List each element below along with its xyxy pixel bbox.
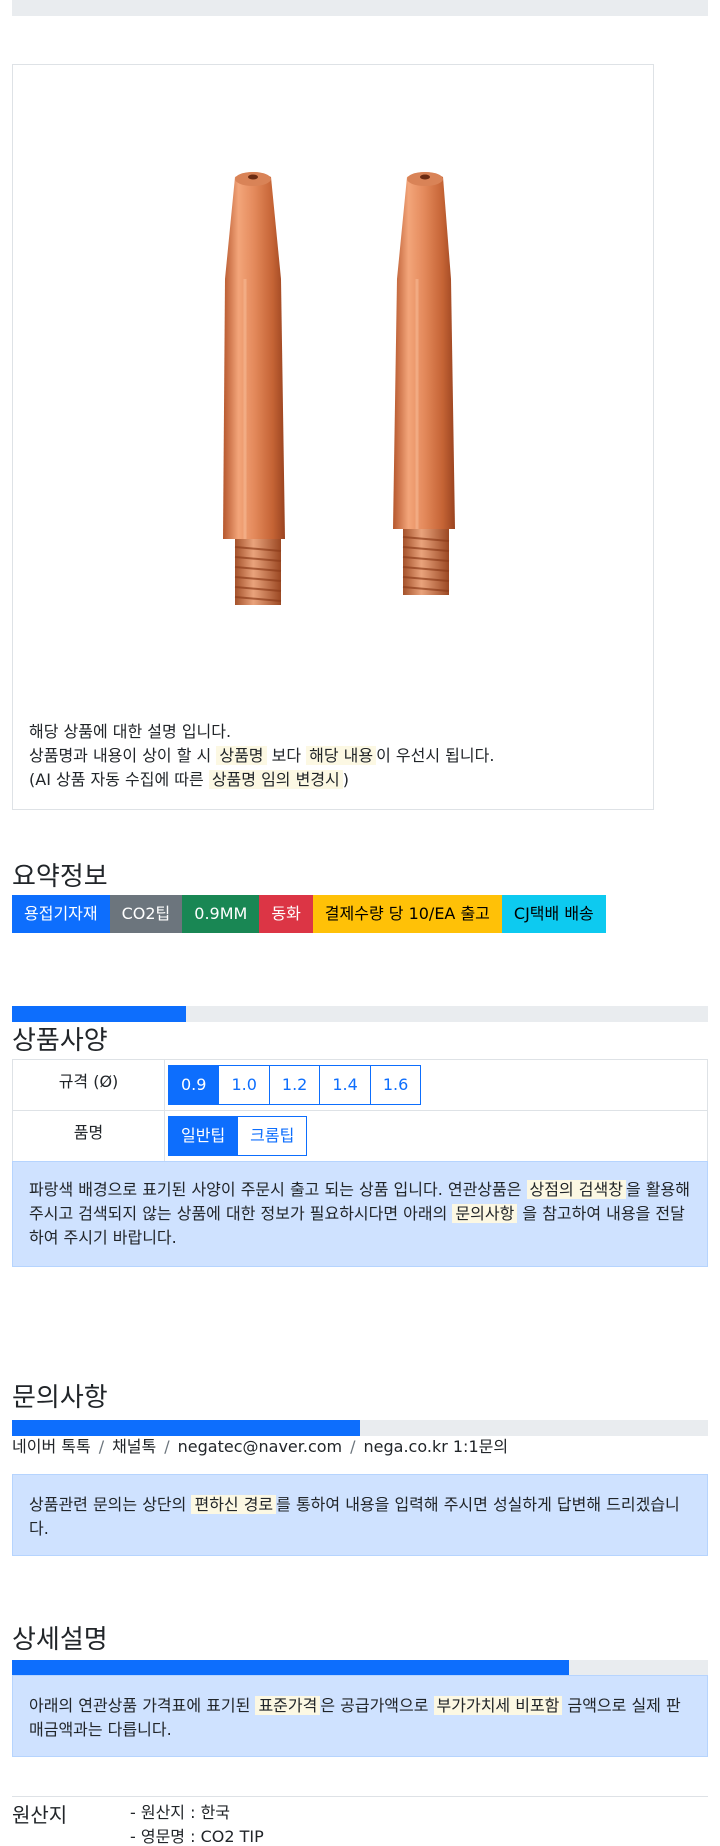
- spec-options-size: 0.9 1.0 1.2 1.4 1.6: [165, 1060, 422, 1110]
- badge-type: CO2팁: [109, 895, 183, 933]
- tip-left: [223, 172, 285, 605]
- badge-shipping: CJ택배 배송: [501, 895, 606, 933]
- description-line-3: (AI 상품 자동 수집에 따른 상품명 임의 변경시): [29, 770, 350, 789]
- badge-brand: 동화: [259, 895, 313, 933]
- detail-title: 상세설명: [12, 1625, 108, 1655]
- origin-values: - 원산지 : 한국 - 영문명 : CO2 TIP: [130, 1801, 264, 1846]
- inquiry-progress-fill: [12, 1420, 360, 1436]
- summary-badges: 용접기자재 CO2팁 0.9MM 동화 결제수량 당 10/EA 출고 CJ택배…: [12, 895, 606, 933]
- product-card: 해당 상품에 대한 설명 입니다. 상품명과 내용이 상이 할 시 상품명 보다…: [12, 64, 654, 810]
- badge-size: 0.9MM: [182, 895, 260, 933]
- inquiry-title: 문의사항: [12, 1383, 108, 1413]
- badge-category: 용접기자재: [12, 895, 110, 933]
- contact-links: 네이버 톡톡 / 채널톡 / negatec@naver.com / nega.co.kr …: [12, 1437, 509, 1456]
- detail-notice: 아래의 연관상품 가격표에 표기된 표준가격 은 공급가액으로 부가가치세 비포함…: [12, 1675, 708, 1757]
- option-size-1.6[interactable]: 1.6: [369, 1065, 422, 1105]
- contact-naver-talk[interactable]: 네이버 톡톡: [12, 1437, 91, 1456]
- option-size-1.0[interactable]: 1.0: [218, 1065, 270, 1105]
- specs-notice: 파랑색 배경으로 표기된 사양이 주문시 출고 되는 상품 입니다. 연관상품은…: [12, 1161, 708, 1267]
- product-description: 해당 상품에 대한 설명 입니다. 상품명과 내용이 상이 할 시 상품명 보다…: [29, 720, 649, 792]
- option-name-general[interactable]: 일반팁: [168, 1116, 239, 1156]
- badge-quantity: 결제수량 당 10/EA 출고: [312, 895, 502, 933]
- tip-right: [393, 172, 455, 595]
- contact-site-inquiry[interactable]: nega.co.kr 1:1문의: [364, 1437, 509, 1456]
- origin-english-name: - 영문명 : CO2 TIP: [130, 1827, 264, 1846]
- summary-title: 요약정보: [12, 862, 108, 892]
- origin-row: 원산지 - 원산지 : 한국 - 영문명 : CO2 TIP: [12, 1796, 708, 1846]
- inquiry-notice: 상품관련 문의는 상단의 편하신 경로 를 통하여 내용을 입력해 주시면 성실하…: [12, 1474, 708, 1556]
- specs-title: 상품사양: [12, 1026, 108, 1056]
- origin-label: 원산지: [12, 1803, 68, 1827]
- option-size-1.2[interactable]: 1.2: [268, 1065, 321, 1105]
- spec-label-size: 규격 (Ø): [13, 1060, 165, 1110]
- spec-row-size: 규격 (Ø) 0.9 1.0 1.2 1.4 1.6: [13, 1060, 707, 1111]
- top-progress-track: [12, 0, 708, 16]
- product-image: [95, 69, 573, 709]
- detail-progress-fill: [12, 1660, 569, 1676]
- description-line-2: 상품명과 내용이 상이 할 시 상품명 보다 해당 내용 이 우선시 됩니다.: [29, 746, 495, 765]
- specs-progress: [12, 1006, 708, 1022]
- detail-progress: [12, 1660, 708, 1676]
- inquiry-progress: [12, 1420, 708, 1436]
- highlight-vat-excluded: 부가가치세 비포함: [433, 1696, 563, 1715]
- option-size-0.9[interactable]: 0.9: [168, 1065, 220, 1105]
- highlight-search-box: 상점의 검색창: [526, 1180, 626, 1199]
- highlight-standard-price: 표준가격: [255, 1696, 321, 1715]
- highlight-product-name: 상품명: [216, 746, 267, 765]
- option-name-chrome[interactable]: 크롬팁: [237, 1116, 308, 1156]
- option-size-1.4[interactable]: 1.4: [319, 1065, 371, 1105]
- highlight-content: 해당 내용: [306, 746, 377, 765]
- spec-options-name: 일반팁 크롬팁: [165, 1111, 308, 1161]
- highlight-inquiry: 문의사항: [452, 1204, 518, 1223]
- spec-label-name: 품명: [13, 1111, 165, 1161]
- highlight-rename: 상품명 임의 변경시: [208, 770, 343, 789]
- spec-row-name: 품명 일반팁 크롬팁: [13, 1111, 707, 1162]
- contact-channel-talk[interactable]: 채널톡: [112, 1437, 156, 1456]
- spec-table: 규격 (Ø) 0.9 1.0 1.2 1.4 1.6 품명 일반팁 크롬팁: [12, 1059, 708, 1162]
- welding-tip-illustration: [223, 172, 455, 605]
- highlight-preferred-route: 편하신 경로: [191, 1495, 277, 1514]
- origin-country: - 원산지 : 한국: [130, 1803, 231, 1822]
- description-line-1: 해당 상품에 대한 설명 입니다.: [29, 722, 232, 741]
- contact-email[interactable]: negatec@naver.com: [178, 1437, 342, 1456]
